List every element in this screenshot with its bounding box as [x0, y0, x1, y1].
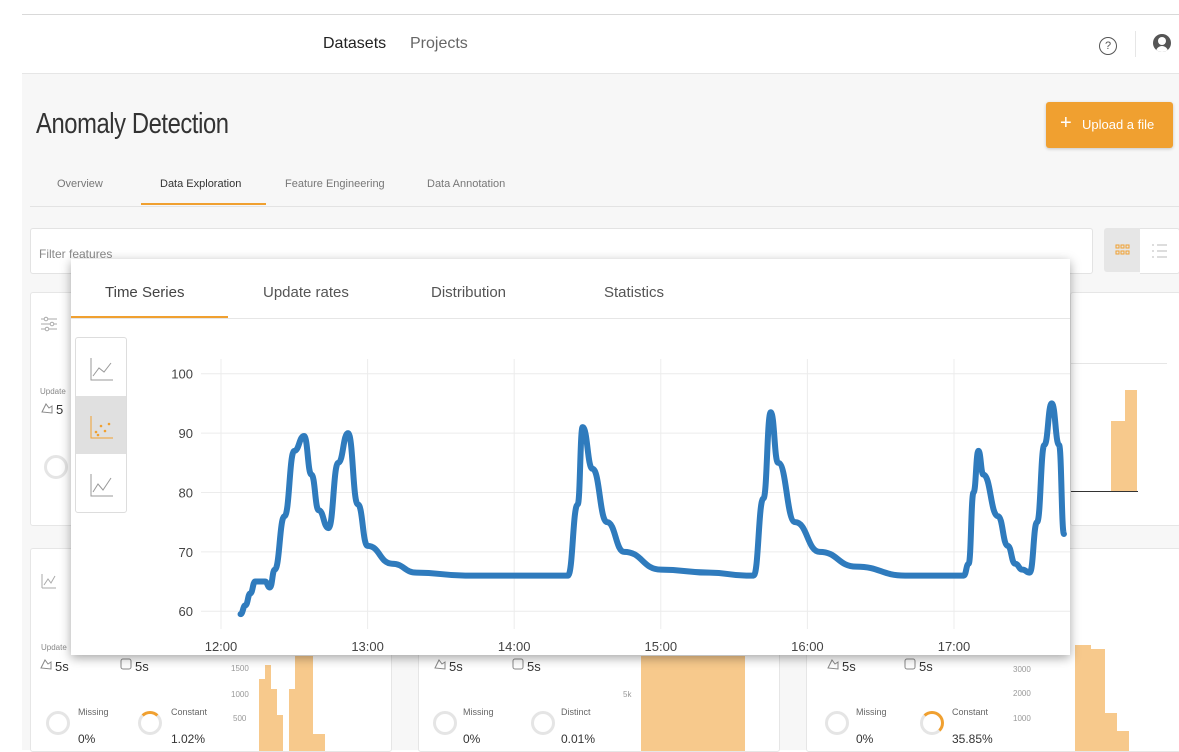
x-tick-label: 15:00	[645, 639, 678, 654]
feature-card[interactable]	[1070, 292, 1179, 526]
page-title: Anomaly Detection	[36, 108, 229, 140]
axis-tick-label: 5k	[623, 690, 632, 699]
missing-label: Missing	[856, 707, 887, 717]
update-rate-icon	[827, 659, 839, 670]
update-rate-icon	[512, 658, 524, 670]
missing-value: 0%	[78, 732, 96, 746]
update-rate-icon	[434, 659, 446, 670]
nav-projects[interactable]: Projects	[410, 35, 468, 53]
histogram-bar	[641, 656, 745, 751]
missing-value: 0%	[463, 732, 481, 746]
missing-ring	[433, 711, 457, 735]
missing-label: Missing	[78, 707, 109, 717]
axis-tick-label: 2000	[1013, 689, 1031, 698]
navbar-divider	[1135, 31, 1136, 57]
update-rate-value: 5	[56, 402, 64, 417]
sliders-icon	[41, 316, 57, 332]
constant-value: 1.02%	[171, 732, 206, 746]
grid-view-button[interactable]	[1104, 228, 1140, 272]
tab-data-exploration[interactable]: Data Exploration	[160, 178, 241, 190]
histogram-bar	[1105, 713, 1117, 751]
update-rate-value: 5s	[919, 659, 933, 674]
histogram-bar	[1117, 731, 1129, 751]
missing-value: 0%	[856, 732, 874, 746]
x-tick-label: 16:00	[791, 639, 824, 654]
constant-ring	[920, 711, 944, 735]
histogram-bar	[1111, 421, 1125, 492]
user-account-icon[interactable]	[1153, 34, 1171, 52]
update-rate-icon	[904, 658, 916, 670]
update-rate-icon	[40, 659, 52, 670]
axis-tick-label: 1000	[1013, 714, 1031, 723]
dataset-tabs: Overview Data Exploration Feature Engine…	[30, 168, 1179, 207]
histogram-baseline	[1071, 491, 1138, 492]
y-tick-label: 90	[179, 426, 193, 441]
update-rate-value: 5s	[527, 659, 541, 674]
update-rate-value: 5s	[842, 659, 856, 674]
update-rate-icon	[41, 403, 53, 414]
missing-ring	[46, 711, 70, 735]
upload-file-button[interactable]: + Upload a file	[1046, 102, 1173, 148]
distinct-value: 0.01%	[561, 732, 596, 746]
histogram-bar	[1075, 645, 1091, 751]
histogram-bar	[313, 734, 325, 751]
axis-tick-label: 3000	[1013, 665, 1031, 674]
y-tick-label: 100	[171, 367, 193, 382]
view-toggle	[1104, 228, 1179, 274]
x-tick-label: 14:00	[498, 639, 531, 654]
update-rate-icon	[120, 658, 132, 670]
feature-card[interactable]: Update 5	[30, 292, 74, 526]
missing-ring	[825, 711, 849, 735]
update-rate-value: 5s	[55, 659, 69, 674]
tab-data-annotation[interactable]: Data Annotation	[427, 178, 505, 190]
histogram-bar	[1091, 649, 1105, 751]
histogram-bar	[1125, 390, 1137, 492]
missing-label: Missing	[463, 707, 494, 717]
y-tick-label: 60	[179, 604, 193, 619]
distinct-ring	[531, 711, 555, 735]
top-navbar: Datasets Projects ?	[22, 15, 1179, 74]
x-tick-label: 17:00	[938, 639, 971, 654]
constant-label: Constant	[171, 707, 208, 717]
nav-datasets[interactable]: Datasets	[323, 35, 386, 53]
update-rate-value: 5s	[449, 659, 463, 674]
missing-ring	[44, 455, 68, 479]
y-tick-label: 70	[179, 545, 193, 560]
tab-overview[interactable]: Overview	[57, 178, 103, 190]
y-tick-label: 80	[179, 485, 193, 500]
grid-icon	[1115, 244, 1130, 255]
active-tab-indicator	[141, 203, 266, 205]
update-rate-value: 5s	[135, 659, 149, 674]
time-series-chart[interactable]: 12:00 13:00 14:00 15:00 16:00 17:00 60 70 80 90 10…	[71, 259, 1070, 655]
help-icon[interactable]: ?	[1099, 37, 1117, 55]
card-divider	[1071, 363, 1167, 364]
axis-tick-label: 1000	[231, 690, 249, 699]
plus-icon: +	[1060, 112, 1072, 134]
list-icon	[1152, 244, 1167, 258]
tab-feature-engineering[interactable]: Feature Engineering	[285, 178, 385, 190]
constant-ring	[138, 711, 162, 735]
axis-tick-label: 500	[233, 714, 247, 723]
update-rate-label: Update	[41, 643, 67, 652]
x-tick-label: 12:00	[205, 639, 238, 654]
series-line	[237, 400, 1067, 618]
constant-value: 35.85%	[952, 732, 993, 746]
update-rate-label: Update	[40, 387, 66, 396]
list-view-button[interactable]	[1140, 228, 1179, 274]
distinct-label: Distinct	[561, 707, 591, 717]
x-tick-label: 13:00	[351, 639, 384, 654]
axis-tick-label: 1500	[231, 664, 249, 673]
upload-file-label: Upload a file	[1082, 117, 1155, 132]
histogram-bar	[277, 715, 283, 751]
feature-detail-popup: Time Series Update rates Distribution St…	[71, 259, 1070, 655]
line-chart-icon	[41, 574, 56, 589]
constant-label: Constant	[952, 707, 989, 717]
